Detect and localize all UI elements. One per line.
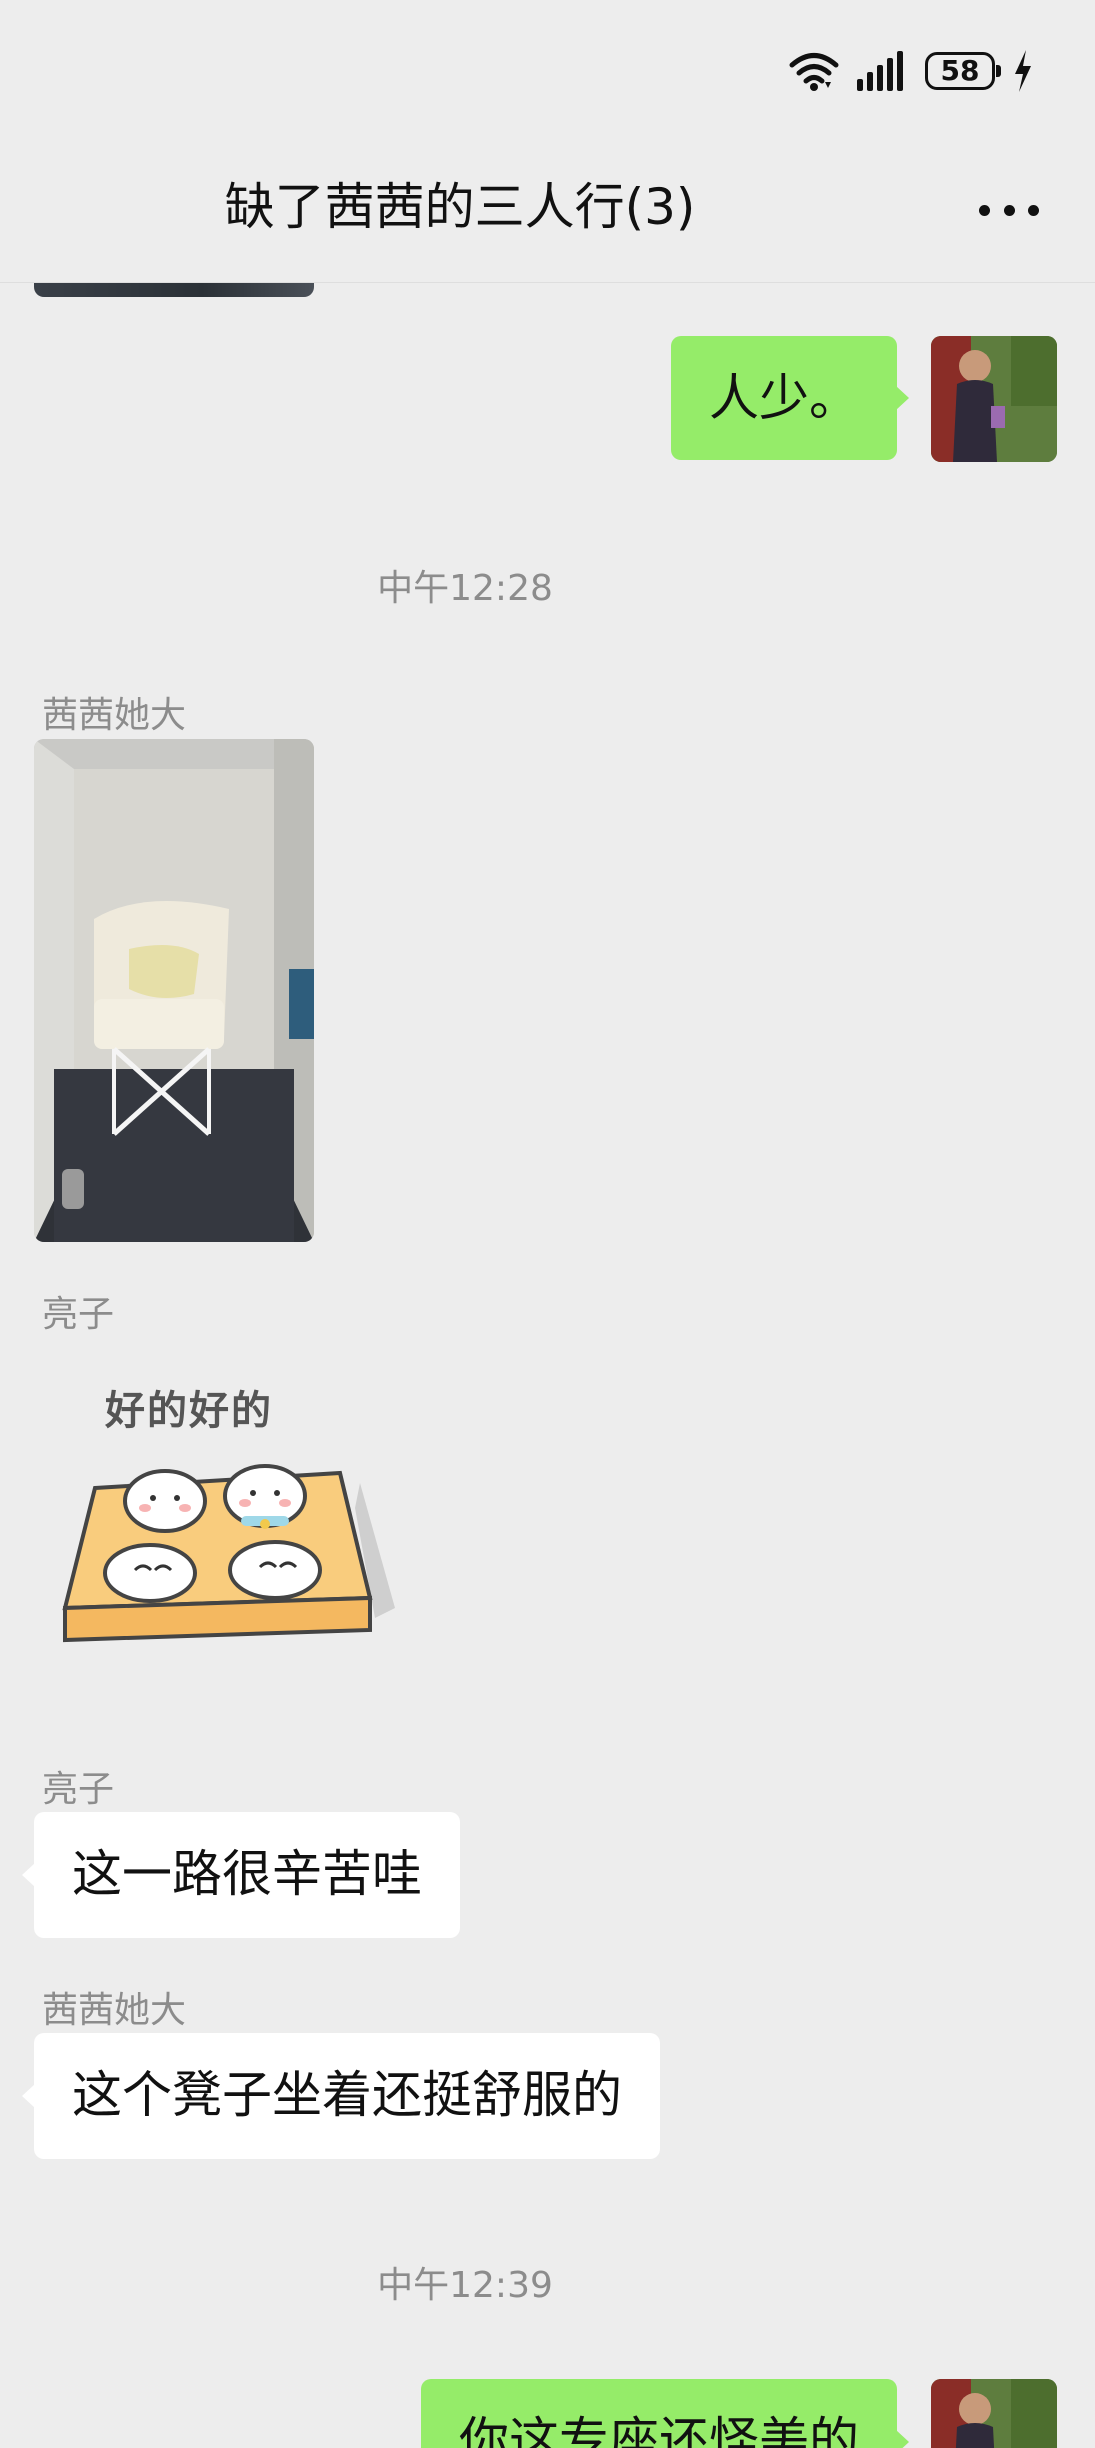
wifi-icon bbox=[789, 53, 839, 91]
sender-name: 茜茜她大 bbox=[42, 695, 187, 736]
message-text: 这一路很辛苦哇 bbox=[72, 1845, 422, 1903]
steamed-buns-sticker bbox=[62, 1464, 395, 1643]
message-bubble-incoming[interactable]: 这一路很辛苦哇 bbox=[22, 1812, 460, 1938]
status-bar: 58 bbox=[0, 0, 1095, 140]
message-text: 人少。 bbox=[709, 369, 859, 427]
message-bubble-outgoing[interactable]: 你这专座还怪美的 bbox=[421, 2379, 909, 2448]
message-text: 这个凳子坐着还挺舒服的 bbox=[72, 2066, 622, 2124]
chat-header: 缺了茜茜的三人行(3) bbox=[0, 140, 1095, 283]
chat-area[interactable]: 人少。 中午12:28 茜茜她大 亮子 好的好的 亮子 这一路很辛苦哇 茜茜她大… bbox=[0, 283, 1095, 2448]
more-dots-icon[interactable] bbox=[979, 200, 1039, 220]
timestamp: 中午12:28 bbox=[377, 568, 553, 609]
sender-name: 亮子 bbox=[42, 1769, 115, 1810]
avatar-photo bbox=[931, 336, 1057, 462]
message-bubble-outgoing[interactable]: 人少。 bbox=[671, 336, 909, 460]
signal-icon bbox=[857, 51, 903, 91]
avatar-self[interactable] bbox=[931, 336, 1057, 462]
avatar-self[interactable] bbox=[931, 2379, 1057, 2448]
battery-icon: 58 bbox=[925, 52, 1001, 90]
status-icons: 58 bbox=[789, 48, 1033, 94]
message-bubble-incoming[interactable]: 这个凳子坐着还挺舒服的 bbox=[22, 2033, 660, 2159]
sender-name: 茜茜她大 bbox=[42, 1990, 187, 2031]
previous-image-message[interactable] bbox=[34, 283, 314, 297]
chat-title: 缺了茜茜的三人行(3) bbox=[224, 178, 696, 236]
timestamp: 中午12:39 bbox=[377, 2265, 553, 2306]
avatar-photo bbox=[931, 2379, 1057, 2448]
message-text: 你这专座还怪美的 bbox=[459, 2412, 859, 2448]
sticker-message[interactable]: 好的好的 bbox=[55, 1378, 405, 1678]
image-message-chair[interactable] bbox=[34, 739, 314, 1242]
charging-icon bbox=[1015, 50, 1031, 92]
sender-name: 亮子 bbox=[42, 1294, 115, 1335]
battery-level: 58 bbox=[940, 54, 980, 87]
chair-photo bbox=[34, 739, 314, 1242]
